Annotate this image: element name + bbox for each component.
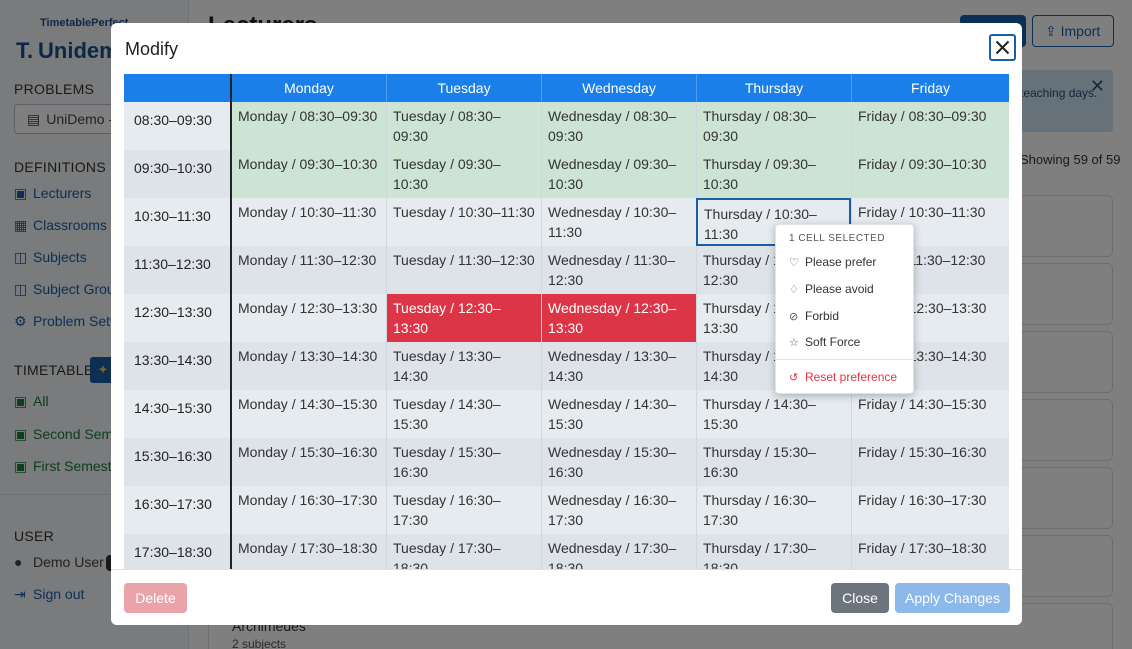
timeslot-cell[interactable]: Wednesday / 17:30–18:30 [541, 534, 696, 569]
menu-item-reset-preference[interactable]: ↺ Reset preference [789, 370, 897, 384]
timeslot-cell[interactable]: Monday / 08:30–09:30 [231, 102, 386, 150]
timeslot-cell[interactable]: Wednesday / 10:30–11:30 [541, 198, 696, 246]
timeslot-cell[interactable]: Tuesday / 17:30–18:30 [386, 534, 541, 569]
timeslot-cell[interactable]: Thursday / 15:30–16:30 [696, 438, 851, 486]
column-header-monday[interactable]: Monday [231, 74, 386, 102]
delete-button[interactable]: Delete [124, 583, 187, 613]
dialog-close-button[interactable] [989, 34, 1016, 61]
dialog-title: Modify [125, 39, 179, 59]
row-header-time[interactable]: 13:30–14:30 [124, 342, 231, 390]
timeslot-cell[interactable]: Thursday / 14:30–15:30 [696, 390, 851, 438]
timeslot-cell[interactable]: Tuesday / 16:30–17:30 [386, 486, 541, 534]
menu-item-label: Soft Force [805, 335, 861, 349]
reset-icon: ↺ [789, 372, 799, 384]
star-icon: ☆ [789, 337, 799, 349]
menu-item-label: Please prefer [805, 255, 877, 269]
close-icon [995, 40, 1010, 55]
timeslot-cell[interactable]: Monday / 09:30–10:30 [231, 150, 386, 198]
grid-header-row: Monday Tuesday Wednesday Thursday Friday [124, 74, 1009, 102]
timeslot-cell[interactable]: Friday / 09:30–10:30 [851, 150, 1009, 198]
timeslot-cell[interactable]: Wednesday / 13:30–14:30 [541, 342, 696, 390]
timeslot-cell[interactable]: Thursday / 09:30–10:30 [696, 150, 851, 198]
timeslot-cell[interactable]: Friday / 17:30–18:30 [851, 534, 1009, 569]
row-header-time[interactable]: 12:30–13:30 [124, 294, 231, 342]
thumbs-down-icon: ♢ [789, 284, 799, 296]
timeslot-cell[interactable]: Monday / 15:30–16:30 [231, 438, 386, 486]
timeslot-cell[interactable]: Monday / 11:30–12:30 [231, 246, 386, 294]
timeslot-cell[interactable]: Monday / 17:30–18:30 [231, 534, 386, 569]
timeslot-cell[interactable]: Tuesday / 15:30–16:30 [386, 438, 541, 486]
column-header-wednesday[interactable]: Wednesday [541, 74, 696, 102]
timeslot-cell[interactable]: Tuesday / 10:30–11:30 [386, 198, 541, 246]
thumbs-up-icon: ♡ [789, 257, 799, 269]
timeslot-cell[interactable]: Wednesday / 12:30–13:30 [541, 294, 696, 342]
menu-item-please-prefer[interactable]: ♡ Please prefer [789, 255, 876, 269]
timeslot-cell[interactable]: Wednesday / 11:30–12:30 [541, 246, 696, 294]
column-header-thursday[interactable]: Thursday [696, 74, 851, 102]
timeslot-cell[interactable]: Tuesday / 11:30–12:30 [386, 246, 541, 294]
time-column-divider [230, 74, 232, 569]
app-root: TimetablePerfect T. Unidem PROBLEMS ▤Uni… [0, 0, 1132, 649]
dialog-footer: Delete Close Apply Changes [111, 569, 1022, 625]
timeslot-cell[interactable]: Monday / 16:30–17:30 [231, 486, 386, 534]
context-menu-divider [776, 359, 915, 360]
timeslot-cell[interactable]: Monday / 12:30–13:30 [231, 294, 386, 342]
timeslot-cell[interactable]: Friday / 14:30–15:30 [851, 390, 1009, 438]
close-button[interactable]: Close [831, 583, 889, 613]
menu-item-forbid[interactable]: ⊘ Forbid [789, 309, 839, 323]
timeslot-cell[interactable]: Monday / 10:30–11:30 [231, 198, 386, 246]
row-header-time[interactable]: 10:30–11:30 [124, 198, 231, 246]
timeslot-cell[interactable]: Monday / 13:30–14:30 [231, 342, 386, 390]
menu-item-label: Please avoid [805, 282, 874, 296]
menu-item-soft-force[interactable]: ☆ Soft Force [789, 335, 860, 349]
timeslot-cell[interactable]: Monday / 14:30–15:30 [231, 390, 386, 438]
menu-item-please-avoid[interactable]: ♢ Please avoid [789, 282, 874, 296]
row-header-time[interactable]: 16:30–17:30 [124, 486, 231, 534]
ban-icon: ⊘ [789, 311, 799, 323]
timeslot-cell[interactable]: Thursday / 17:30–18:30 [696, 534, 851, 569]
column-header-friday[interactable]: Friday [851, 74, 1009, 102]
timeslot-cell[interactable]: Friday / 16:30–17:30 [851, 486, 1009, 534]
timeslot-cell[interactable]: Wednesday / 08:30–09:30 [541, 102, 696, 150]
timeslot-cell[interactable]: Friday / 15:30–16:30 [851, 438, 1009, 486]
timeslot-cell[interactable]: Wednesday / 09:30–10:30 [541, 150, 696, 198]
timeslot-cell[interactable]: Tuesday / 13:30–14:30 [386, 342, 541, 390]
timeslot-cell[interactable]: Wednesday / 14:30–15:30 [541, 390, 696, 438]
timeslot-cell[interactable]: Tuesday / 14:30–15:30 [386, 390, 541, 438]
timeslot-cell[interactable]: Wednesday / 16:30–17:30 [541, 486, 696, 534]
row-header-time[interactable]: 14:30–15:30 [124, 390, 231, 438]
timeslot-cell[interactable]: Wednesday / 15:30–16:30 [541, 438, 696, 486]
row-header-time[interactable]: 08:30–09:30 [124, 102, 231, 150]
timeslot-cell[interactable]: Thursday / 08:30–09:30 [696, 102, 851, 150]
timeslot-cell[interactable]: Tuesday / 12:30–13:30 [386, 294, 541, 342]
context-menu-header: 1 CELL SELECTED [789, 233, 886, 244]
row-header-time[interactable]: 15:30–16:30 [124, 438, 231, 486]
row-header-time[interactable]: 11:30–12:30 [124, 246, 231, 294]
timeslot-cell[interactable]: Friday / 08:30–09:30 [851, 102, 1009, 150]
menu-item-label: Forbid [805, 309, 840, 323]
cell-context-menu: 1 CELL SELECTED ♡ Please prefer ♢ Please a… [775, 224, 915, 394]
timeslot-cell[interactable]: Tuesday / 09:30–10:30 [386, 150, 541, 198]
row-header-time[interactable]: 09:30–10:30 [124, 150, 231, 198]
column-header-tuesday[interactable]: Tuesday [386, 74, 541, 102]
timeslot-cell[interactable]: Thursday / 16:30–17:30 [696, 486, 851, 534]
timeslot-cell[interactable]: Tuesday / 08:30–09:30 [386, 102, 541, 150]
apply-changes-button[interactable]: Apply Changes [895, 583, 1010, 613]
menu-item-label: Reset preference [805, 370, 898, 384]
row-header-time[interactable]: 17:30–18:30 [124, 534, 231, 569]
